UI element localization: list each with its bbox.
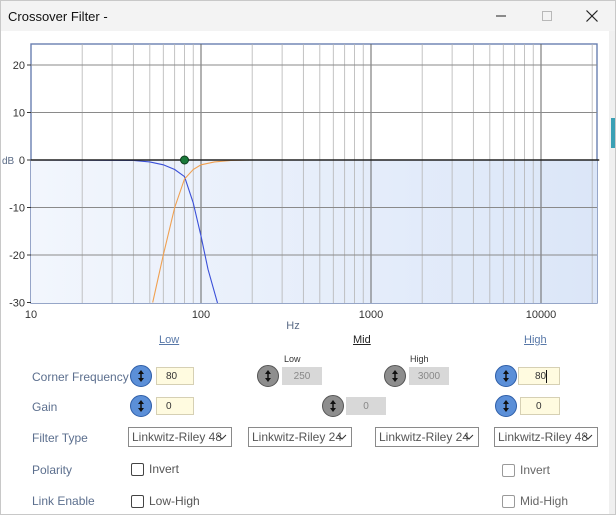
low-invert-label: Invert (149, 462, 180, 476)
low-gain-input[interactable]: 0 (156, 397, 194, 415)
maximize-icon (542, 11, 552, 21)
frequency-response-graph[interactable]: 20100-10-20-30 10 100 1000 10000 dB (1, 31, 609, 331)
right-edge-strip (609, 31, 615, 514)
link-mid-high-label: Mid-High (520, 494, 569, 508)
checkbox-box[interactable] (502, 494, 515, 508)
text-caret (546, 370, 547, 383)
high-gain-knob[interactable] (495, 395, 517, 417)
minimize-icon (496, 15, 506, 17)
up-down-arrows-icon (138, 400, 144, 412)
low-invert-checkbox[interactable]: Invert (131, 462, 179, 476)
y-tick-label: 10 (13, 108, 25, 120)
up-down-arrows-icon (503, 370, 509, 382)
up-down-arrows-icon (138, 370, 144, 382)
checkbox-box[interactable] (502, 463, 515, 477)
gain-label: Gain (32, 400, 58, 414)
x-tick-label: 100 (192, 309, 210, 321)
low-frequency-knob[interactable] (130, 365, 152, 387)
chevron-down-icon (583, 434, 593, 440)
mid-high-filter-type-select[interactable]: Linkwitz-Riley 24 (375, 427, 479, 447)
mid-low-frequency-input[interactable]: 250 (282, 367, 322, 385)
high-frequency-knob[interactable] (495, 365, 517, 387)
band-low-label[interactable]: Low (159, 334, 179, 346)
mid-low-filter-type-value: Linkwitz-Riley 24 (252, 430, 343, 444)
y-tick-label: -30 (9, 298, 25, 310)
checkbox-box[interactable] (131, 494, 144, 508)
mid-high-frequency-input[interactable]: 3000 (409, 367, 449, 385)
high-gain-input[interactable]: 0 (520, 397, 560, 415)
close-icon (586, 10, 598, 22)
mid-high-frequency-knob[interactable] (384, 365, 406, 387)
title-bar[interactable]: Crossover Filter - (1, 1, 615, 31)
low-frequency-input[interactable]: 80 (156, 367, 194, 385)
plot-fill (31, 160, 597, 303)
window-title: Crossover Filter - (8, 9, 108, 24)
low-filter-type-select[interactable]: Linkwitz-Riley 48 (128, 427, 232, 447)
y-tick-label: -20 (9, 250, 25, 262)
crossover-window: Crossover Filter - 20 10 0 -10 -20 -30 10 100 1… (0, 0, 616, 515)
band-high-label[interactable]: High (524, 334, 547, 346)
link-low-high-checkbox[interactable]: Low-High (131, 494, 200, 508)
chevron-down-icon (337, 434, 347, 440)
low-gain-knob[interactable] (130, 395, 152, 417)
x-axis-label: Hz (286, 320, 300, 332)
mid-low-filter-type-select[interactable]: Linkwitz-Riley 24 (248, 427, 352, 447)
high-invert-label: Invert (520, 463, 551, 477)
up-down-arrows-icon (330, 400, 336, 412)
high-frequency-input[interactable]: 80 (518, 367, 560, 385)
low-filter-type-value: Linkwitz-Riley 48 (132, 430, 223, 444)
up-down-arrows-icon (392, 370, 398, 382)
high-invert-checkbox[interactable]: Invert (502, 463, 550, 477)
mid-gain-knob[interactable] (322, 395, 344, 417)
link-enable-label: Link Enable (32, 494, 95, 508)
filter-type-label: Filter Type (32, 431, 88, 445)
x-tick-label: 10000 (526, 309, 557, 321)
high-frequency-value: 80 (535, 371, 547, 382)
x-tick-label: 10 (25, 309, 37, 321)
mid-low-sublabel: Low (284, 354, 301, 364)
up-down-arrows-icon (503, 400, 509, 412)
high-filter-type-select[interactable]: Linkwitz-Riley 48 (494, 427, 598, 447)
chevron-down-icon (464, 434, 474, 440)
up-down-arrows-icon (265, 370, 271, 382)
band-mid-label[interactable]: Mid (353, 334, 371, 346)
y-tick-label: 20 (13, 60, 25, 72)
high-filter-type-value: Linkwitz-Riley 48 (498, 430, 589, 444)
link-low-high-label: Low-High (149, 494, 200, 508)
chevron-down-icon (217, 434, 227, 440)
edge-marker (611, 118, 615, 148)
polarity-label: Polarity (32, 463, 73, 477)
y-tick-labels: 20 10 0 -10 -20 -30 (9, 60, 31, 310)
mid-low-frequency-knob[interactable] (257, 365, 279, 387)
mid-gain-input[interactable]: 0 (346, 397, 386, 415)
y-tick-label: 0 (19, 155, 25, 167)
close-button[interactable] (569, 1, 615, 31)
crossover-point-handle[interactable] (180, 155, 190, 165)
y-tick-label: -10 (9, 203, 25, 215)
mid-high-sublabel: High (410, 354, 429, 364)
y-axis-label: dB (2, 156, 15, 167)
checkbox-box[interactable] (131, 462, 144, 476)
corner-frequency-label: Corner Frequency (32, 370, 129, 384)
mid-high-filter-type-value: Linkwitz-Riley 24 (379, 430, 470, 444)
x-tick-label: 1000 (359, 309, 383, 321)
link-mid-high-checkbox[interactable]: Mid-High (502, 494, 568, 508)
maximize-button[interactable] (524, 1, 570, 31)
minimize-button[interactable] (478, 1, 524, 31)
